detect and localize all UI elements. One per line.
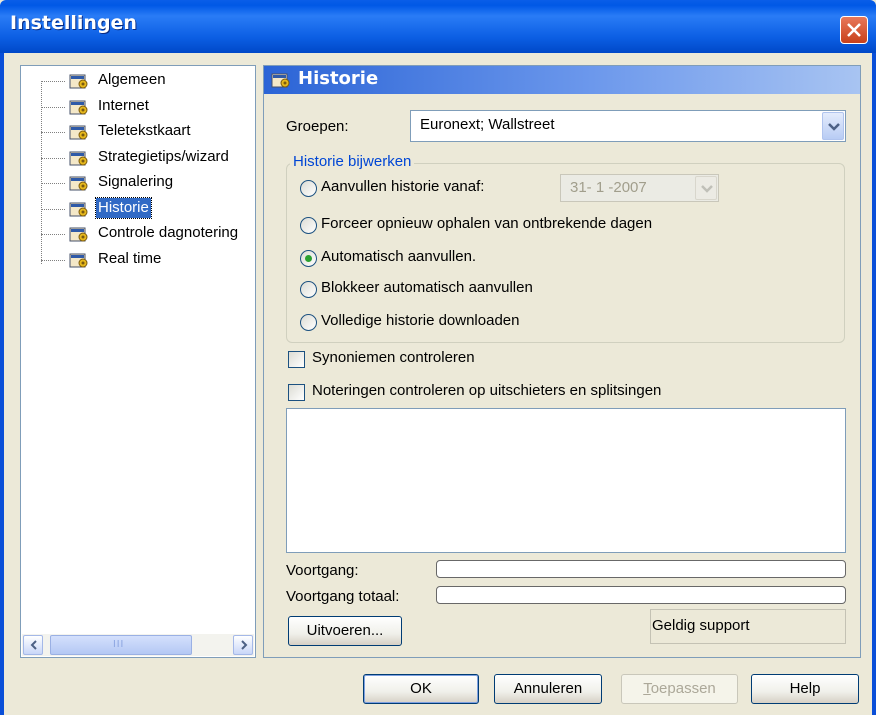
groepen-label: Groepen: — [286, 118, 349, 135]
tree-connector — [41, 81, 65, 82]
tree-connector — [41, 208, 65, 210]
panel-header: Historie — [264, 66, 860, 94]
checkbox[interactable] — [288, 384, 305, 401]
settings-gear-icon — [69, 225, 88, 242]
radio-label[interactable]: Aanvullen historie vanaf: — [321, 178, 484, 195]
tree-item[interactable]: Strategietips/wizard — [27, 146, 257, 170]
settings-gear-icon — [271, 71, 291, 93]
tree-item-label: Internet — [98, 96, 149, 114]
close-button[interactable] — [840, 16, 868, 44]
groepen-value: Euronext; Wallstreet — [420, 116, 555, 133]
tree-item-label: Real time — [98, 249, 162, 267]
date-dropdown-button[interactable] — [695, 176, 717, 200]
radio-button[interactable] — [300, 281, 317, 298]
window-title: Instellingen — [10, 12, 137, 34]
radio-button[interactable] — [300, 314, 317, 331]
checkbox-label[interactable]: Synoniemen controleren — [312, 349, 475, 366]
toepassen-button[interactable]: Toepassen — [621, 674, 738, 704]
chevron-down-icon — [828, 123, 840, 131]
tree-item[interactable]: Teletekstkaart — [27, 120, 257, 144]
groepen-select[interactable]: Euronext; Wallstreet — [410, 110, 846, 142]
tree-item-label: Algemeen — [98, 71, 166, 88]
tree-item[interactable]: Real time — [27, 248, 257, 272]
checkbox[interactable] — [288, 351, 305, 368]
checkbox-label[interactable]: Noteringen controleren op uitschieters e… — [312, 382, 661, 399]
radio-button[interactable] — [300, 180, 317, 197]
settings-tree[interactable]: Algemeen Internet Teletekstkaart Strategiet… — [20, 65, 256, 658]
window-frame-left — [0, 53, 4, 715]
radio-button[interactable] — [300, 217, 317, 234]
toepassen-rest: oepassen — [650, 680, 716, 697]
tree-item[interactable]: Signalering — [27, 171, 257, 195]
help-button[interactable]: Help — [751, 674, 859, 704]
scroll-right-button[interactable] — [233, 635, 253, 655]
support-text: Geldig support — [652, 617, 750, 634]
tree-item-label: Signalering — [98, 173, 174, 190]
settings-gear-icon — [69, 174, 88, 191]
voortgang-progressbar — [436, 560, 846, 578]
settings-gear-icon — [69, 200, 88, 217]
title-bar[interactable]: Instellingen — [0, 0, 876, 53]
tree-item[interactable]: Algemeen — [27, 69, 257, 93]
tree-connector — [41, 183, 65, 184]
chevron-down-icon — [701, 185, 713, 193]
radio-button[interactable] — [300, 250, 317, 267]
dropdown-button[interactable] — [822, 112, 844, 140]
settings-gear-icon — [69, 72, 88, 89]
radio-label[interactable]: Blokkeer automatisch aanvullen — [321, 279, 533, 296]
settings-gear-icon — [69, 98, 88, 115]
date-value: 31- 1 -2007 — [570, 179, 647, 196]
voortgang-label: Voortgang: — [286, 562, 359, 579]
support-status: Geldig support — [650, 609, 846, 644]
chevron-right-icon — [241, 640, 248, 650]
annuleren-button[interactable]: Annuleren — [494, 674, 602, 704]
tree-horizontal-scrollbar[interactable]: III — [22, 634, 254, 656]
ok-button[interactable]: OK — [363, 674, 479, 704]
uitvoeren-button[interactable]: Uitvoeren... — [288, 616, 402, 646]
radio-label[interactable]: Automatisch aanvullen. — [321, 248, 476, 265]
scroll-thumb[interactable]: III — [50, 635, 192, 655]
historie-panel: Historie Groepen: Euronext; Wallstreet H… — [263, 65, 861, 658]
close-icon — [847, 23, 861, 37]
tree-item-label: Historie — [95, 196, 152, 219]
tree-item[interactable]: Controle dagnotering — [27, 222, 257, 246]
date-picker[interactable]: 31- 1 -2007 — [560, 174, 719, 202]
toepassen-mnemonic: T — [643, 680, 651, 697]
tree-item-label: Controle dagnotering — [98, 224, 239, 241]
settings-gear-icon — [69, 149, 88, 166]
tree-item[interactable]: Internet — [27, 95, 257, 119]
tree-connector — [41, 259, 65, 261]
log-memo[interactable] — [286, 408, 846, 553]
tree-connector — [41, 234, 65, 235]
radio-label[interactable]: Volledige historie downloaden — [321, 312, 519, 329]
settings-gear-icon — [69, 123, 88, 140]
voortgang-totaal-progressbar — [436, 586, 846, 604]
scroll-grip: III — [113, 639, 125, 650]
window-frame-right — [872, 53, 876, 715]
tree-item[interactable]: Historie — [27, 196, 257, 221]
settings-gear-icon — [69, 251, 88, 268]
radio-label[interactable]: Forceer opnieuw ophalen van ontbrekende … — [321, 215, 652, 232]
panel-title: Historie — [298, 68, 379, 89]
tree-connector — [41, 106, 65, 108]
voortgang-totaal-label: Voortgang totaal: — [286, 588, 400, 605]
tree-item-label: Strategietips/wizard — [98, 147, 229, 165]
group-title: Historie bijwerken — [290, 153, 415, 170]
tree-connector — [41, 132, 65, 133]
tree-item-label: Teletekstkaart — [98, 122, 191, 139]
scroll-left-button[interactable] — [23, 635, 43, 655]
tree-connector — [41, 157, 65, 159]
chevron-left-icon — [30, 640, 37, 650]
